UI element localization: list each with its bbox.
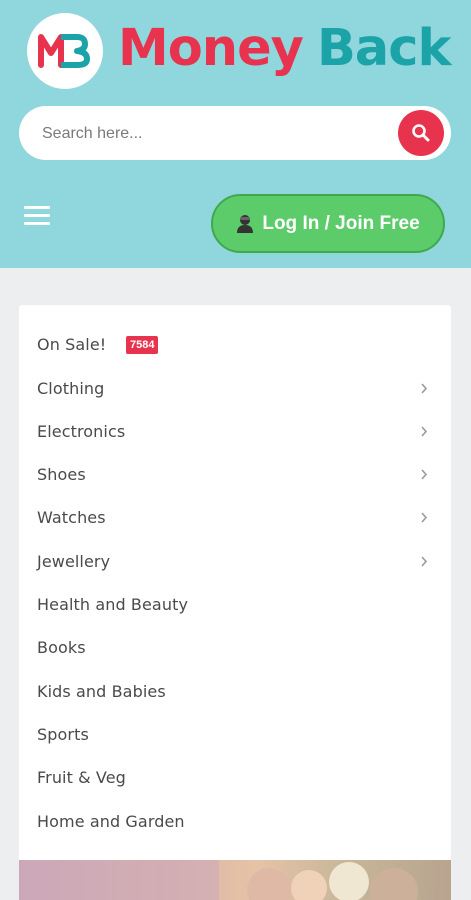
- category-label: Home and Garden: [37, 812, 185, 831]
- category-fruit-and-veg[interactable]: Fruit & Veg: [19, 756, 451, 799]
- category-label: Books: [37, 638, 86, 657]
- search-bar: [19, 106, 451, 160]
- chevron-right-icon: [421, 383, 428, 394]
- promo-banner-image[interactable]: [19, 860, 451, 900]
- category-home-and-garden[interactable]: Home and Garden: [19, 800, 451, 843]
- logo-mark-icon: [38, 34, 90, 68]
- category-kids-and-babies[interactable]: Kids and Babies: [19, 670, 451, 713]
- chevron-right-icon: [421, 512, 428, 523]
- brand-name[interactable]: Money Back: [118, 14, 451, 84]
- category-label: Electronics: [37, 422, 126, 441]
- category-label: Shoes: [37, 465, 86, 484]
- search-button[interactable]: [398, 110, 444, 156]
- login-join-button[interactable]: Log In / Join Free: [211, 194, 445, 253]
- category-label: Clothing: [37, 379, 105, 398]
- chevron-right-icon: [421, 556, 428, 567]
- login-label: Log In / Join Free: [262, 212, 420, 234]
- category-label: On Sale!: [37, 335, 107, 354]
- chevron-right-icon: [421, 426, 428, 437]
- category-books[interactable]: Books: [19, 626, 451, 669]
- search-input[interactable]: [40, 120, 394, 148]
- chevron-right-icon: [421, 469, 428, 480]
- brand-name-part1: Money: [118, 19, 304, 78]
- category-on-sale[interactable]: On Sale!: [19, 323, 451, 366]
- category-sports[interactable]: Sports: [19, 713, 451, 756]
- category-watches[interactable]: Watches: [19, 496, 451, 539]
- search-icon: [412, 124, 430, 142]
- category-health-and-beauty[interactable]: Health and Beauty: [19, 583, 451, 626]
- category-label: Watches: [37, 508, 106, 527]
- sale-count-badge: 7584: [126, 336, 159, 354]
- user-icon: [236, 214, 254, 234]
- category-label: Jewellery: [37, 552, 111, 571]
- category-label: Kids and Babies: [37, 682, 166, 701]
- category-label: Fruit & Veg: [37, 768, 126, 787]
- logo[interactable]: [27, 13, 103, 89]
- brand-name-part2: Back: [316, 19, 451, 78]
- category-clothing[interactable]: Clothing: [19, 367, 451, 410]
- category-jewellery[interactable]: Jewellery: [19, 540, 451, 583]
- banner-photo: [19, 860, 418, 900]
- category-electronics[interactable]: Electronics: [19, 410, 451, 453]
- menu-icon[interactable]: [24, 206, 52, 228]
- category-label: Health and Beauty: [37, 595, 189, 614]
- category-label: Sports: [37, 725, 89, 744]
- category-shoes[interactable]: Shoes: [19, 453, 451, 496]
- site-header: MoneyBack Log In / Join Free: [0, 0, 471, 268]
- category-menu: On Sale! 7584 Clothing Electronics Shoes…: [19, 305, 451, 900]
